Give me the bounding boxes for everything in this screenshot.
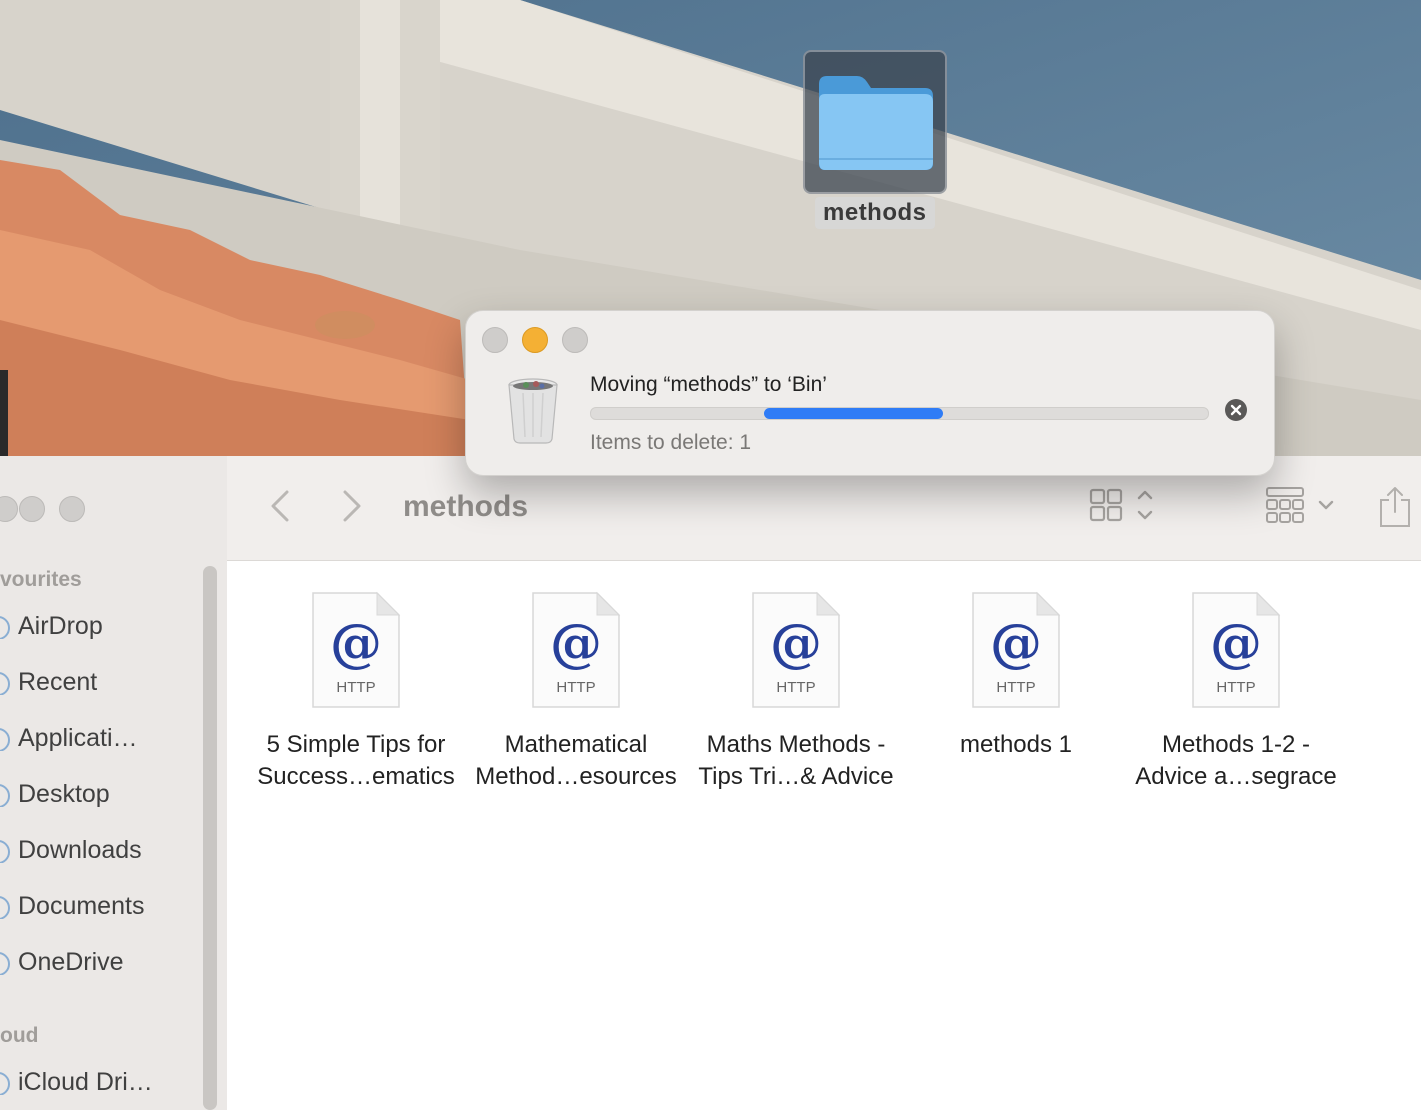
desktop-folder-methods[interactable]: methods bbox=[803, 50, 947, 229]
cloud-icon bbox=[0, 1069, 12, 1095]
http-document-icon: @ HTTP bbox=[751, 591, 841, 709]
view-mode-button[interactable] bbox=[1089, 486, 1159, 531]
dialog-close-button[interactable] bbox=[482, 327, 508, 353]
file-item[interactable]: @ HTTP Mathematical Method…esources bbox=[466, 591, 686, 793]
dialog-zoom-button[interactable] bbox=[562, 327, 588, 353]
close-icon bbox=[1230, 404, 1242, 416]
http-document-icon: @ HTTP bbox=[971, 591, 1061, 709]
file-item[interactable]: @ HTTP Methods 1-2 - Advice a…segrace bbox=[1126, 591, 1346, 793]
clock-icon bbox=[0, 669, 12, 695]
sidebar-section-icloud: oud bbox=[0, 1024, 39, 1047]
move-to-bin-dialog: Moving “methods” to ‘Bin’ Items to delet… bbox=[465, 310, 1275, 476]
sidebar-section-favourites: vourites bbox=[0, 568, 82, 591]
sidebar-item-label: Applicati… bbox=[18, 723, 138, 752]
svg-text:@: @ bbox=[770, 613, 822, 674]
desktop-icon bbox=[0, 781, 12, 807]
svg-text:@: @ bbox=[990, 613, 1042, 674]
file-type-badge: HTTP bbox=[336, 679, 376, 696]
svg-text:@: @ bbox=[330, 613, 382, 674]
file-type-badge: HTTP bbox=[996, 679, 1036, 696]
file-name: Methods 1-2 - Advice a…segrace bbox=[1135, 731, 1337, 790]
airdrop-icon bbox=[0, 613, 12, 639]
chevron-left-icon bbox=[271, 490, 289, 522]
forward-button[interactable] bbox=[331, 486, 371, 526]
folder-icon bbox=[0, 949, 12, 975]
sidebar-item-label: Documents bbox=[18, 891, 145, 920]
progress-bar-fill bbox=[764, 408, 943, 419]
applications-icon bbox=[0, 725, 12, 751]
dialog-minimize-button[interactable] bbox=[522, 327, 548, 353]
group-icon bbox=[1266, 487, 1334, 523]
sidebar-item-label: Recent bbox=[18, 667, 98, 696]
file-name: methods 1 bbox=[959, 731, 1073, 758]
sidebar-item-documents[interactable]: Documents bbox=[0, 886, 144, 926]
svg-text:@: @ bbox=[1210, 613, 1262, 674]
sidebar-item-recent[interactable]: Recent bbox=[0, 662, 97, 702]
desktop-folder-label: methods bbox=[815, 197, 935, 229]
sidebar-item-onedrive[interactable]: OneDrive bbox=[0, 942, 124, 982]
svg-text:@: @ bbox=[550, 613, 602, 674]
file-item[interactable]: @ HTTP Maths Methods - Tips Tri…& Advice bbox=[686, 591, 906, 793]
back-button[interactable] bbox=[261, 486, 301, 526]
chevron-right-icon bbox=[343, 490, 361, 522]
http-document-icon: @ HTTP bbox=[1191, 591, 1281, 709]
sidebar-item-label: AirDrop bbox=[18, 611, 103, 640]
window-zoom-button[interactable] bbox=[59, 496, 85, 522]
document-icon bbox=[0, 893, 12, 919]
dialog-title: Moving “methods” to ‘Bin’ bbox=[590, 373, 827, 396]
sidebar-item-icloud-drive[interactable]: iCloud Dri… bbox=[0, 1062, 153, 1102]
file-item[interactable]: @ HTTP 5 Simple Tips for Success…ematics bbox=[246, 591, 466, 793]
progress-bar bbox=[590, 407, 1209, 420]
file-type-badge: HTTP bbox=[556, 679, 596, 696]
window-minimize-button[interactable] bbox=[19, 496, 45, 522]
http-document-icon: @ HTTP bbox=[531, 591, 621, 709]
sidebar-item-label: Downloads bbox=[18, 835, 142, 864]
grid-view-icon bbox=[1089, 488, 1153, 522]
sidebar-item-downloads[interactable]: Downloads bbox=[0, 830, 142, 870]
folder-icon bbox=[803, 50, 947, 194]
file-name: 5 Simple Tips for Success…ematics bbox=[257, 731, 455, 790]
sidebar-item-airdrop[interactable]: AirDrop bbox=[0, 606, 103, 646]
file-type-badge: HTTP bbox=[1216, 679, 1256, 696]
finder-sidebar: vourites AirDrop Recent Applicati… Deskt… bbox=[0, 456, 228, 1110]
window-close-button[interactable] bbox=[0, 496, 18, 522]
file-type-badge: HTTP bbox=[776, 679, 816, 696]
file-item[interactable]: @ HTTP methods 1 bbox=[906, 591, 1126, 761]
file-name: Mathematical Method…esources bbox=[475, 731, 677, 790]
sidebar-item-label: iCloud Dri… bbox=[18, 1067, 153, 1096]
trash-bin-icon bbox=[506, 377, 560, 450]
sidebar-item-label: Desktop bbox=[18, 779, 110, 808]
download-icon bbox=[0, 837, 12, 863]
sidebar-item-label: OneDrive bbox=[18, 947, 124, 976]
group-by-button[interactable] bbox=[1265, 486, 1341, 531]
window-title: methods bbox=[403, 490, 529, 523]
share-icon bbox=[1380, 487, 1410, 527]
file-grid: @ HTTP 5 Simple Tips for Success…ematics… bbox=[227, 561, 1421, 1110]
dialog-status-text: Items to delete: 1 bbox=[590, 431, 752, 454]
file-name: Maths Methods - Tips Tri…& Advice bbox=[698, 731, 894, 790]
sidebar-item-desktop[interactable]: Desktop bbox=[0, 774, 110, 814]
finder-window: vourites AirDrop Recent Applicati… Deskt… bbox=[0, 456, 1421, 1110]
sidebar-item-applications[interactable]: Applicati… bbox=[0, 718, 138, 758]
sidebar-scrollbar[interactable] bbox=[203, 566, 217, 1110]
cancel-operation-button[interactable] bbox=[1225, 399, 1247, 421]
http-document-icon: @ HTTP bbox=[311, 591, 401, 709]
share-button[interactable] bbox=[1377, 486, 1413, 533]
